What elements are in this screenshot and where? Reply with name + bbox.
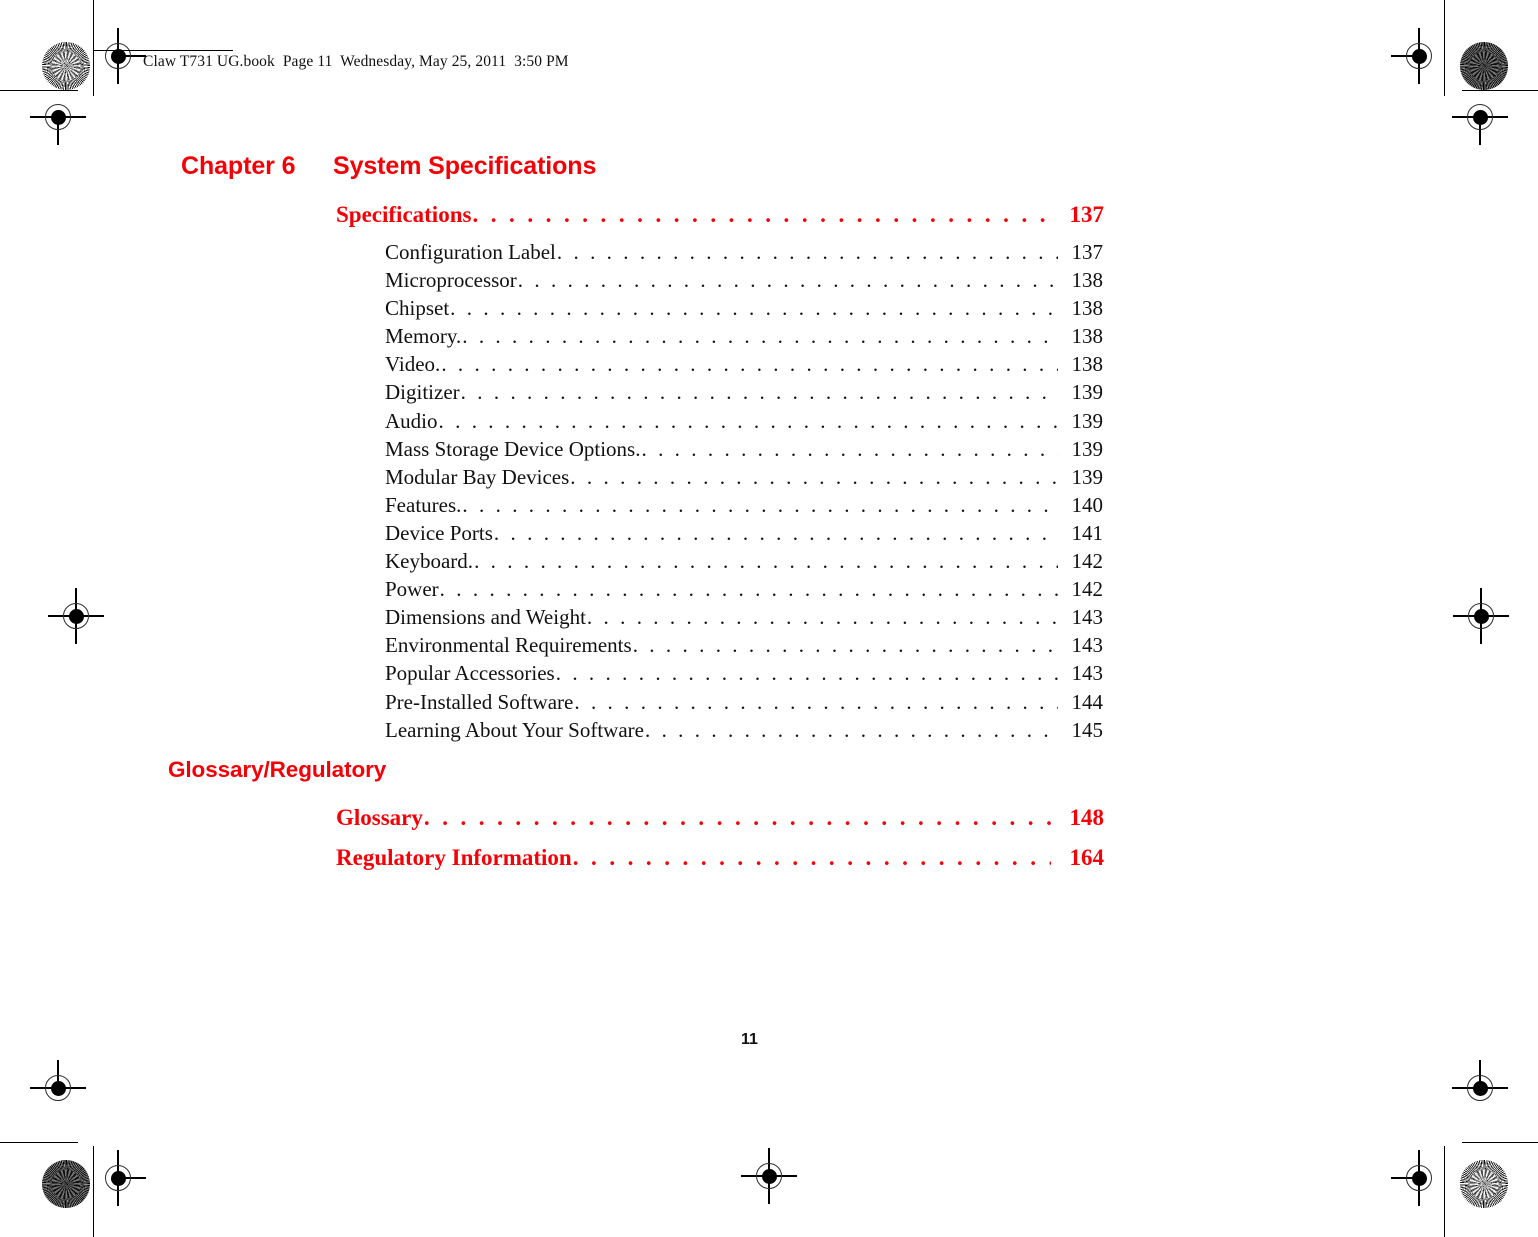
toc-entry[interactable]: Audio . . . . . . . . . . . . . . . . . … [385, 409, 1103, 437]
toc-entry-page: 138 [1071, 352, 1104, 377]
toc-entry[interactable]: Microprocessor . . . . . . . . . . . . .… [385, 268, 1103, 296]
toc-leader-dots: . . . . . . . . . . . . . . . . . . . . … [556, 240, 1058, 264]
toc-entry-page: 142 [1071, 577, 1104, 602]
toc-entry-page: 138 [1071, 324, 1104, 349]
toc-entry[interactable]: Memory. . . . . . . . . . . . . . . . . … [385, 324, 1103, 352]
toc-entry-label: Configuration Label [385, 240, 556, 264]
toc-leader-dots: . . . . . . . . . . . . . . . . . . . . … [462, 324, 1058, 349]
toc-entry[interactable]: Chipset . . . . . . . . . . . . . . . . … [385, 296, 1103, 324]
toc-leader-dots: . . . . . . . . . . . . . . . . . . . . … [450, 296, 1058, 321]
toc-heading-label: Glossary [336, 805, 423, 830]
toc-heading-glossary[interactable]: Glossary . . . . . . . . . . . . . . . .… [336, 805, 1104, 831]
toc-entry[interactable]: Pre-Installed Software . . . . . . . . .… [385, 690, 1103, 718]
toc-entry[interactable]: Environmental Requirements . . . . . . .… [385, 633, 1103, 661]
toc-leader-dots: . . . . . . . . . . . . . . . . . . . . … [474, 549, 1058, 574]
toc-heading-specifications[interactable]: Specifications . . . . . . . . . . . . .… [336, 202, 1104, 228]
toc-entry-page: 139 [1071, 436, 1104, 461]
toc-entry-list-specifications: Configuration Label . . . . . . . . . . … [385, 240, 1103, 746]
toc-heading-page: 137 [1069, 202, 1105, 227]
toc-entry[interactable]: Video. . . . . . . . . . . . . . . . . .… [385, 352, 1103, 380]
toc-leader-dots: . . . . . . . . . . . . . . . . . . . . … [555, 661, 1058, 686]
toc-entry[interactable]: Popular Accessories . . . . . . . . . . … [385, 661, 1103, 689]
toc-leader-dots: . . . . . . . . . . . . . . . . . . . . … [423, 805, 1051, 830]
toc-entry-page: 141 [1071, 520, 1104, 545]
toc-entry-label: Audio [385, 408, 438, 433]
toc-entry-page: 139 [1071, 464, 1104, 489]
toc-entry-label: Memory. [385, 324, 462, 349]
toc-entry-page: 139 [1071, 380, 1104, 405]
toc-leader-dots: . . . . . . . . . . . . . . . . . . . . … [441, 352, 1058, 377]
chapter-heading: Chapter 6 System Specifications [181, 152, 596, 181]
chapter-number-label: Chapter 6 [181, 152, 296, 180]
toc-heading-page: 164 [1069, 845, 1105, 870]
toc-entry-label: Learning About Your Software [385, 717, 644, 742]
toc-heading-label: Regulatory Information [336, 845, 572, 870]
toc-heading-label: Specifications [336, 202, 472, 227]
toc-entry[interactable]: Configuration Label . . . . . . . . . . … [385, 240, 1103, 268]
toc-leader-dots: . . . . . . . . . . . . . . . . . . . . … [439, 577, 1058, 602]
toc-entry-page: 143 [1071, 661, 1104, 686]
toc-leader-dots: . . . . . . . . . . . . . . . . . . . . … [641, 436, 1058, 461]
toc-entry-label: Digitizer [385, 380, 460, 405]
toc-leader-dots: . . . . . . . . . . . . . . . . . . . . … [460, 380, 1058, 405]
toc-entry-page: 145 [1071, 717, 1104, 742]
toc-entry-page: 140 [1071, 492, 1104, 517]
part-heading-glossary-regulatory: Glossary/Regulatory [168, 757, 387, 782]
toc-entry[interactable]: Features. . . . . . . . . . . . . . . . … [385, 493, 1103, 521]
toc-heading-regulatory-information[interactable]: Regulatory Information . . . . . . . . .… [336, 845, 1104, 871]
toc-leader-dots: . . . . . . . . . . . . . . . . . . . . … [472, 202, 1051, 227]
toc-entry-page: 144 [1071, 689, 1104, 714]
toc-entry-label: Video. [385, 352, 441, 377]
toc-leader-dots: . . . . . . . . . . . . . . . . . . . . … [574, 689, 1058, 714]
toc-leader-dots: . . . . . . . . . . . . . . . . . . . . … [586, 605, 1058, 630]
toc-entry-label: Keyboard. [385, 549, 474, 574]
toc-entry-page: 138 [1071, 296, 1104, 321]
toc-entry-label: Features. [385, 492, 462, 517]
toc-entry[interactable]: Learning About Your Software . . . . . .… [385, 718, 1103, 746]
toc-entry[interactable]: Device Ports . . . . . . . . . . . . . .… [385, 521, 1103, 549]
toc-entry-label: Environmental Requirements [385, 633, 632, 658]
toc-entry-page: 139 [1071, 408, 1104, 433]
toc-leader-dots: . . . . . . . . . . . . . . . . . . . . … [570, 464, 1058, 489]
page-folio-number: 11 [741, 1031, 758, 1048]
toc-leader-dots: . . . . . . . . . . . . . . . . . . . . … [493, 520, 1058, 545]
toc-entry-page: 143 [1071, 633, 1104, 658]
toc-entry-page: 143 [1071, 605, 1104, 630]
toc-entry-label: Microprocessor [385, 268, 517, 293]
chapter-title: System Specifications [333, 152, 597, 180]
toc-leader-dots: . . . . . . . . . . . . . . . . . . . . … [462, 492, 1058, 517]
toc-entry-page: 137 [1071, 240, 1104, 264]
toc-entry-label: Chipset [385, 296, 450, 321]
toc-entry[interactable]: Mass Storage Device Options. . . . . . .… [385, 437, 1103, 465]
toc-leader-dots: . . . . . . . . . . . . . . . . . . . . … [632, 633, 1058, 658]
toc-entry-label: Dimensions and Weight [385, 605, 586, 630]
toc-entry-page: 142 [1071, 549, 1104, 574]
toc-entry-label: Popular Accessories [385, 661, 555, 686]
toc-leader-dots: . . . . . . . . . . . . . . . . . . . . … [438, 408, 1059, 433]
toc-entry-page: 138 [1071, 268, 1104, 293]
toc-entry[interactable]: Digitizer . . . . . . . . . . . . . . . … [385, 380, 1103, 408]
toc-heading-page: 148 [1069, 805, 1105, 830]
toc-entry[interactable]: Power . . . . . . . . . . . . . . . . . … [385, 577, 1103, 605]
toc-entry-label: Device Ports [385, 520, 493, 545]
toc-leader-dots: . . . . . . . . . . . . . . . . . . . . … [644, 717, 1058, 742]
toc-entry-label: Mass Storage Device Options. [385, 436, 641, 461]
toc-entry[interactable]: Keyboard. . . . . . . . . . . . . . . . … [385, 549, 1103, 577]
toc-leader-dots: . . . . . . . . . . . . . . . . . . . . … [572, 845, 1051, 870]
toc-entry[interactable]: Dimensions and Weight . . . . . . . . . … [385, 605, 1103, 633]
toc-entry-label: Modular Bay Devices [385, 464, 570, 489]
toc-entry-label: Power [385, 577, 439, 602]
toc-entry[interactable]: Modular Bay Devices . . . . . . . . . . … [385, 465, 1103, 493]
toc-entry-label: Pre-Installed Software [385, 689, 574, 714]
page-body: Chapter 6 System Specifications Specifica… [0, 0, 1538, 1237]
toc-leader-dots: . . . . . . . . . . . . . . . . . . . . … [517, 268, 1058, 293]
